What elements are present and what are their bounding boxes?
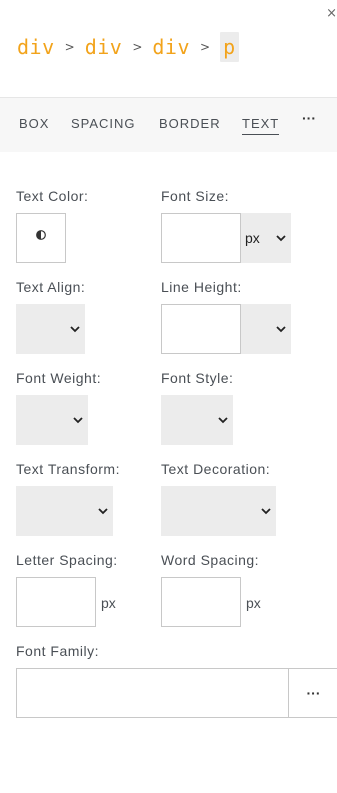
- letter-spacing-label: Letter Spacing:: [16, 552, 118, 568]
- font-family-input[interactable]: [17, 669, 288, 717]
- font-weight-label: Font Weight:: [16, 370, 102, 386]
- font-size-unit-select[interactable]: px: [241, 213, 291, 263]
- chevron-down-icon: [98, 508, 108, 515]
- tab-border[interactable]: BORDER: [159, 116, 221, 134]
- font-family-field: ···: [16, 668, 337, 718]
- tab-spacing[interactable]: SPACING: [71, 116, 136, 134]
- text-decoration-select[interactable]: [161, 486, 276, 536]
- tab-text[interactable]: TEXT: [242, 116, 280, 135]
- text-decoration-label: Text Decoration:: [161, 461, 271, 477]
- font-family-label: Font Family:: [16, 643, 100, 659]
- text-align-select[interactable]: [16, 304, 85, 354]
- more-tabs-button[interactable]: ···: [302, 110, 316, 126]
- text-transform-label: Text Transform:: [16, 461, 120, 477]
- breadcrumb-item-current[interactable]: p: [220, 32, 239, 62]
- word-spacing-input[interactable]: [161, 577, 241, 627]
- line-height-input[interactable]: [161, 304, 241, 354]
- style-tab-bar: BOX SPACING BORDER TEXT ···: [0, 97, 337, 152]
- tab-box[interactable]: BOX: [19, 116, 49, 134]
- font-style-select[interactable]: [161, 395, 233, 445]
- breadcrumb: div > div > div > p: [17, 32, 239, 62]
- breadcrumb-separator: >: [132, 40, 143, 54]
- font-size-input[interactable]: [161, 213, 241, 263]
- chevron-down-icon: [73, 417, 83, 424]
- breadcrumb-item-div-1[interactable]: div: [17, 32, 55, 62]
- breadcrumb-item-div-3[interactable]: div: [152, 32, 190, 62]
- line-height-label: Line Height:: [161, 279, 242, 295]
- font-size-label: Font Size:: [161, 188, 230, 204]
- breadcrumb-item-div-2[interactable]: div: [85, 32, 123, 62]
- text-color-picker[interactable]: [16, 213, 66, 263]
- word-spacing-unit: px: [246, 595, 261, 611]
- letter-spacing-unit: px: [101, 595, 116, 611]
- chevron-down-icon: [70, 326, 80, 333]
- font-size-unit-value: px: [245, 230, 260, 246]
- font-weight-select[interactable]: [16, 395, 88, 445]
- line-height-unit-select[interactable]: [241, 304, 291, 354]
- chevron-down-icon: [261, 508, 271, 515]
- text-transform-select[interactable]: [16, 486, 113, 536]
- word-spacing-label: Word Spacing:: [161, 552, 260, 568]
- half-circle-icon: [36, 230, 46, 240]
- breadcrumb-separator: >: [64, 40, 75, 54]
- chevron-down-icon: [218, 417, 228, 424]
- text-align-label: Text Align:: [16, 279, 86, 295]
- chevron-down-icon: [276, 235, 286, 242]
- chevron-down-icon: [276, 326, 286, 333]
- font-style-label: Font Style:: [161, 370, 234, 386]
- text-color-label: Text Color:: [16, 188, 89, 204]
- font-family-more-button[interactable]: ···: [288, 669, 337, 717]
- breadcrumb-separator: >: [200, 40, 211, 54]
- close-icon[interactable]: ×: [326, 6, 337, 21]
- letter-spacing-input[interactable]: [16, 577, 96, 627]
